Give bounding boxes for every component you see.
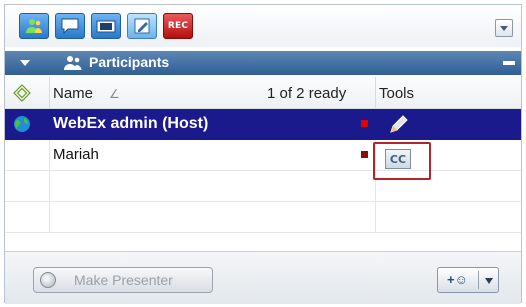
dropdown-menu-icon: [500, 26, 508, 31]
name-column-header[interactable]: Name: [53, 85, 93, 102]
panel-toolbar: REC: [5, 5, 521, 47]
invite-attendee-button[interactable]: +☺: [437, 267, 499, 293]
presenter-ball-icon: [40, 272, 56, 288]
participant-name: WebEx admin (Host): [53, 115, 209, 132]
participants-panel-button[interactable]: [19, 13, 49, 39]
record-icon: REC: [167, 21, 189, 31]
column-separator: [375, 77, 376, 109]
status-indicator: [361, 151, 368, 158]
panel-footer: Make Presenter +☺: [5, 251, 521, 304]
video-panel-icon: [96, 20, 116, 33]
make-presenter-button[interactable]: Make Presenter: [33, 267, 213, 293]
chat-panel-button[interactable]: [55, 13, 85, 39]
status-column-icon[interactable]: [13, 84, 31, 102]
tools-column-header: Tools: [379, 85, 415, 102]
add-person-icon: +☺: [447, 272, 468, 287]
notes-panel-icon: [134, 18, 150, 34]
participants-panel-icon: [26, 19, 42, 33]
empty-row: [5, 202, 521, 233]
panel-options-button[interactable]: [495, 19, 513, 37]
participants-panel: REC Participants Name ∠ 1 of 2 ready Too…: [4, 4, 522, 304]
pencil-icon[interactable]: [387, 114, 409, 136]
participant-row-host[interactable]: WebEx admin (Host): [5, 109, 521, 140]
closed-caption-icon[interactable]: CC: [385, 149, 411, 169]
participants-title: Participants: [89, 54, 170, 70]
empty-row: [5, 171, 521, 202]
sort-indicator-icon: ∠: [109, 87, 120, 101]
collapse-arrow-icon[interactable]: [19, 58, 31, 68]
video-panel-button[interactable]: [91, 13, 121, 39]
chevron-down-icon[interactable]: [484, 277, 494, 285]
minimize-icon[interactable]: [503, 61, 515, 65]
make-presenter-label: Make Presenter: [74, 272, 173, 288]
participant-row[interactable]: Mariah: [5, 140, 521, 171]
participant-list-header: Name ∠ 1 of 2 ready Tools: [5, 77, 521, 109]
ready-count: 1 of 2 ready: [267, 85, 347, 102]
participants-group-icon: [64, 56, 82, 70]
participant-name: Mariah: [53, 146, 99, 163]
column-separator: [49, 77, 50, 109]
participants-section-header[interactable]: Participants: [5, 51, 521, 75]
participant-list: WebEx admin (Host) Mariah: [5, 109, 521, 243]
status-indicator: [361, 120, 368, 127]
notes-panel-button[interactable]: [127, 13, 157, 39]
chat-panel-icon: [61, 18, 79, 34]
globe-status-icon: [14, 116, 30, 132]
record-button[interactable]: REC: [163, 13, 193, 39]
